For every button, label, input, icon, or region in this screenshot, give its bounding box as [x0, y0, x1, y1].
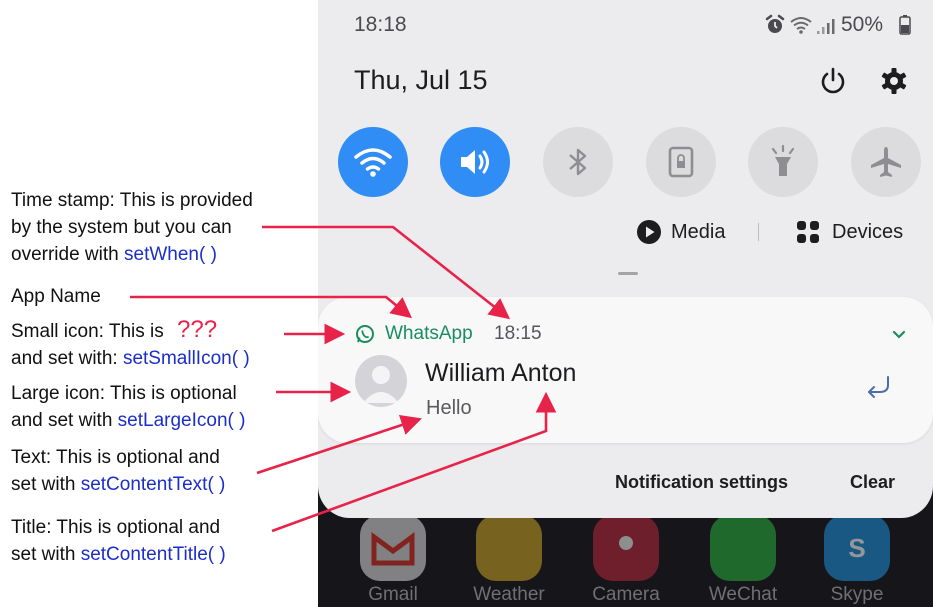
arrow-title	[271, 391, 557, 533]
arrow-text	[256, 415, 422, 475]
arrow-timestamp	[262, 225, 511, 320]
annotation-arrows	[130, 225, 557, 533]
arrow-app-name	[130, 295, 413, 319]
